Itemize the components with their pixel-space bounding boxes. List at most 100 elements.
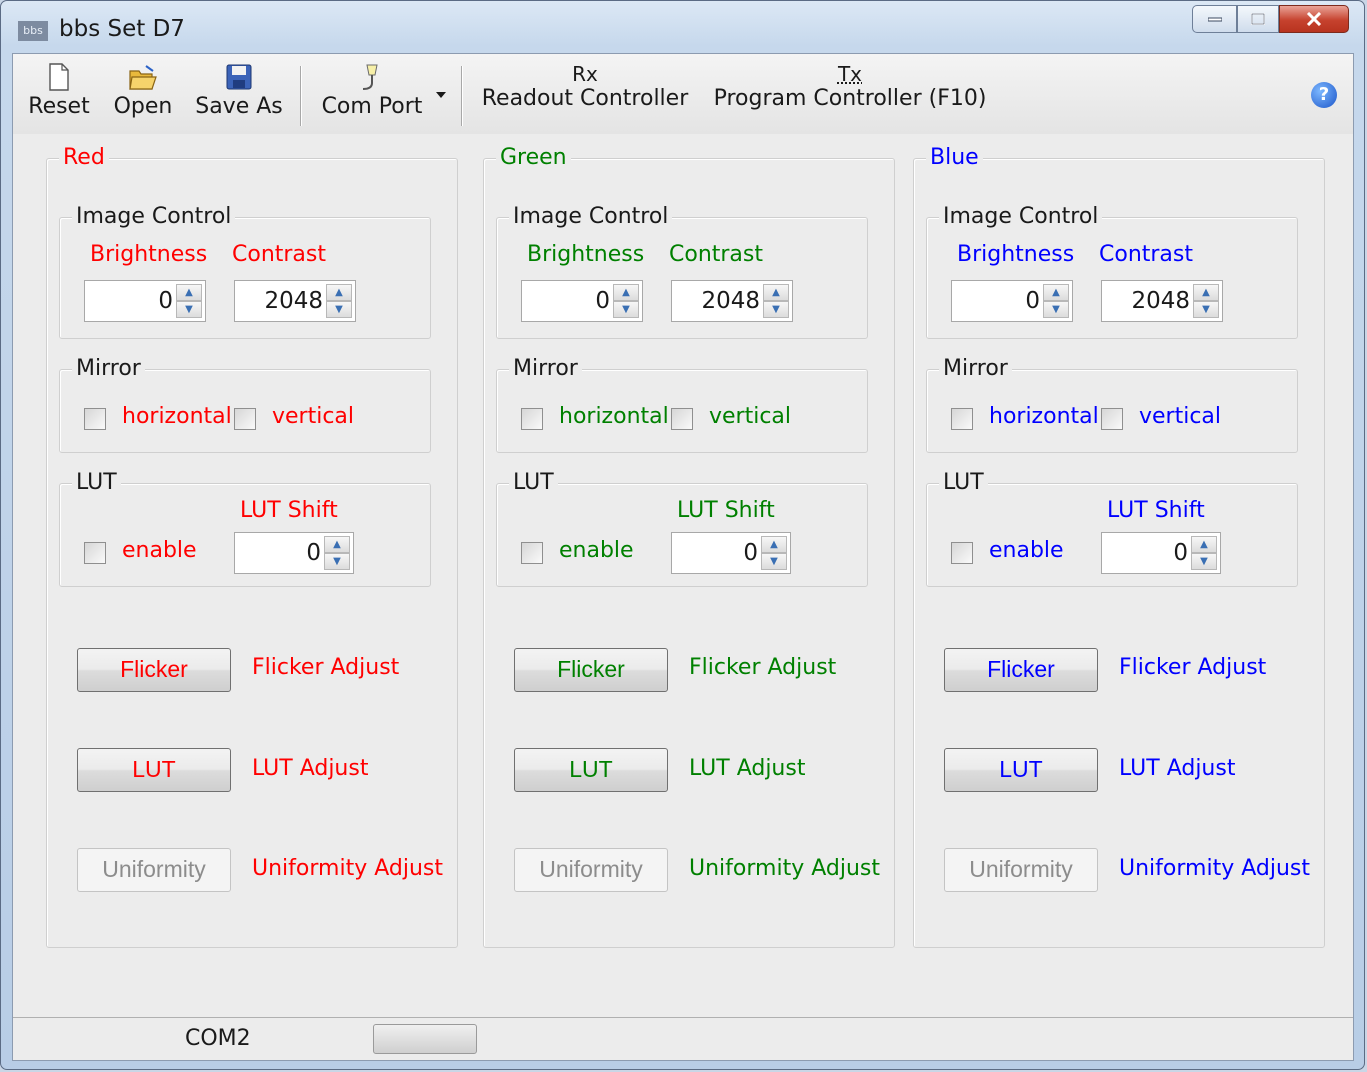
green-lut-shift-spinner[interactable]: 0 ▲ ▼ [671, 532, 791, 574]
contrast-value: 2048 [701, 288, 760, 314]
readout-controller-button[interactable]: Rx Readout Controller [475, 62, 695, 111]
minimize-button[interactable] [1192, 5, 1237, 33]
status-bar: COM2 [13, 1017, 1353, 1060]
red-image-control-group: Image Control Brightness Contrast 0 ▲ ▼ 2… [59, 204, 431, 339]
lut-shift-value: 0 [743, 540, 758, 566]
red-uniformity-button[interactable]: Uniformity [77, 848, 231, 892]
red-horizontal-checkbox[interactable] [84, 408, 106, 430]
green-channel-group: Green Image Control Brightness Contrast … [483, 145, 895, 948]
spin-down-icon[interactable]: ▼ [326, 301, 352, 318]
client-area: Reset Open Save As Com Port Rx Readout C… [12, 53, 1354, 1061]
toolbar-separator [300, 66, 302, 126]
red-channel-group: Red Image Control Brightness Contrast 0 … [46, 145, 458, 948]
spin-down-icon[interactable]: ▼ [761, 553, 787, 570]
chevron-down-icon[interactable] [436, 92, 446, 98]
blue-uniformity-button[interactable]: Uniformity [944, 848, 1098, 892]
blue-flicker-button[interactable]: Flicker [944, 648, 1098, 692]
program-controller-label: Program Controller (F10) [713, 86, 987, 111]
brightness-value: 0 [595, 288, 610, 314]
green-brightness-spinner[interactable]: 0 ▲ ▼ [521, 280, 643, 322]
blue-vertical-checkbox[interactable] [1101, 408, 1123, 430]
spin-up-icon[interactable]: ▲ [326, 284, 352, 301]
lut-shift-value: 0 [1173, 540, 1188, 566]
brightness-label: Brightness [90, 242, 208, 267]
lut-group-title: LUT [72, 470, 121, 496]
blue-channel-title: Blue [926, 145, 983, 171]
open-button[interactable]: Open [109, 60, 177, 119]
flicker-adjust-label: Flicker Adjust [1119, 655, 1267, 680]
spin-down-icon[interactable]: ▼ [1193, 301, 1219, 318]
green-contrast-spinner[interactable]: 2048 ▲ ▼ [671, 280, 793, 322]
red-flicker-button[interactable]: Flicker [77, 648, 231, 692]
green-lut-button[interactable]: LUT [514, 748, 668, 792]
toolbar: Reset Open Save As Com Port Rx Readout C… [13, 54, 1353, 134]
toolbar-separator [461, 66, 463, 126]
flicker-adjust-label: Flicker Adjust [689, 655, 837, 680]
spin-down-icon[interactable]: ▼ [1191, 553, 1217, 570]
spin-down-icon[interactable]: ▼ [613, 301, 639, 318]
reset-label: Reset [28, 94, 90, 119]
spin-up-icon[interactable]: ▲ [763, 284, 789, 301]
blue-brightness-spinner[interactable]: 0 ▲ ▼ [951, 280, 1073, 322]
blue-horizontal-checkbox[interactable] [951, 408, 973, 430]
image-control-title: Image Control [72, 204, 236, 230]
app-icon: bbs [18, 21, 48, 41]
window-title: bbs Set D7 [59, 16, 185, 42]
com-port-label: Com Port [321, 94, 423, 119]
green-flicker-button[interactable]: Flicker [514, 648, 668, 692]
red-contrast-spinner[interactable]: 2048 ▲ ▼ [234, 280, 356, 322]
spin-down-icon[interactable]: ▼ [1043, 301, 1069, 318]
contrast-label: Contrast [232, 242, 327, 267]
brightness-value: 0 [158, 288, 173, 314]
uniformity-adjust-label: Uniformity Adjust [1119, 856, 1310, 881]
close-button[interactable] [1279, 5, 1349, 33]
red-lut-enable-checkbox[interactable] [84, 542, 106, 564]
spin-up-icon[interactable]: ▲ [761, 536, 787, 553]
tx-icon: Tx [837, 62, 863, 86]
green-uniformity-button[interactable]: Uniformity [514, 848, 668, 892]
lut-group-title: LUT [939, 470, 988, 496]
save-disk-icon [226, 64, 252, 90]
spin-up-icon[interactable]: ▲ [1191, 536, 1217, 553]
vertical-label: vertical [709, 404, 792, 429]
blue-lut-enable-checkbox[interactable] [951, 542, 973, 564]
blue-channel-group: Blue Image Control Brightness Contrast 0… [913, 145, 1325, 948]
save-as-button[interactable]: Save As [193, 60, 285, 119]
contrast-label: Contrast [669, 242, 764, 267]
maximize-button[interactable] [1237, 5, 1279, 33]
title-bar[interactable]: bbs bbs Set D7 [1, 1, 1364, 53]
spin-up-icon[interactable]: ▲ [1043, 284, 1069, 301]
reset-button[interactable]: Reset [27, 60, 91, 119]
contrast-value: 2048 [1131, 288, 1190, 314]
red-vertical-checkbox[interactable] [234, 408, 256, 430]
program-controller-button[interactable]: Tx Program Controller (F10) [709, 62, 991, 111]
spin-down-icon[interactable]: ▼ [763, 301, 789, 318]
spin-up-icon[interactable]: ▲ [613, 284, 639, 301]
red-lut-button[interactable]: LUT [77, 748, 231, 792]
spin-down-icon[interactable]: ▼ [176, 301, 202, 318]
contrast-value: 2048 [264, 288, 323, 314]
spin-up-icon[interactable]: ▲ [176, 284, 202, 301]
green-lut-group: LUT LUT Shift enable 0 ▲ ▼ [496, 470, 868, 587]
red-lut-shift-spinner[interactable]: 0 ▲ ▼ [234, 532, 354, 574]
lut-adjust-label: LUT Adjust [689, 756, 806, 781]
spin-down-icon[interactable]: ▼ [324, 553, 350, 570]
minimize-icon [1207, 17, 1222, 22]
close-icon [1306, 12, 1322, 26]
help-icon[interactable]: ? [1311, 82, 1337, 108]
com-port-dropdown[interactable]: Com Port [313, 60, 431, 119]
flicker-adjust-label: Flicker Adjust [252, 655, 400, 680]
window-controls [1192, 5, 1349, 33]
blue-contrast-spinner[interactable]: 2048 ▲ ▼ [1101, 280, 1223, 322]
spin-up-icon[interactable]: ▲ [324, 536, 350, 553]
blue-lut-shift-spinner[interactable]: 0 ▲ ▼ [1101, 532, 1221, 574]
spin-up-icon[interactable]: ▲ [1193, 284, 1219, 301]
red-brightness-spinner[interactable]: 0 ▲ ▼ [84, 280, 206, 322]
green-image-control-group: Image Control Brightness Contrast 0 ▲ ▼ 2… [496, 204, 868, 339]
green-vertical-checkbox[interactable] [671, 408, 693, 430]
blue-lut-group: LUT LUT Shift enable 0 ▲ ▼ [926, 470, 1298, 587]
blue-lut-button[interactable]: LUT [944, 748, 1098, 792]
green-horizontal-checkbox[interactable] [521, 408, 543, 430]
green-lut-enable-checkbox[interactable] [521, 542, 543, 564]
lut-shift-label: LUT Shift [240, 498, 338, 523]
